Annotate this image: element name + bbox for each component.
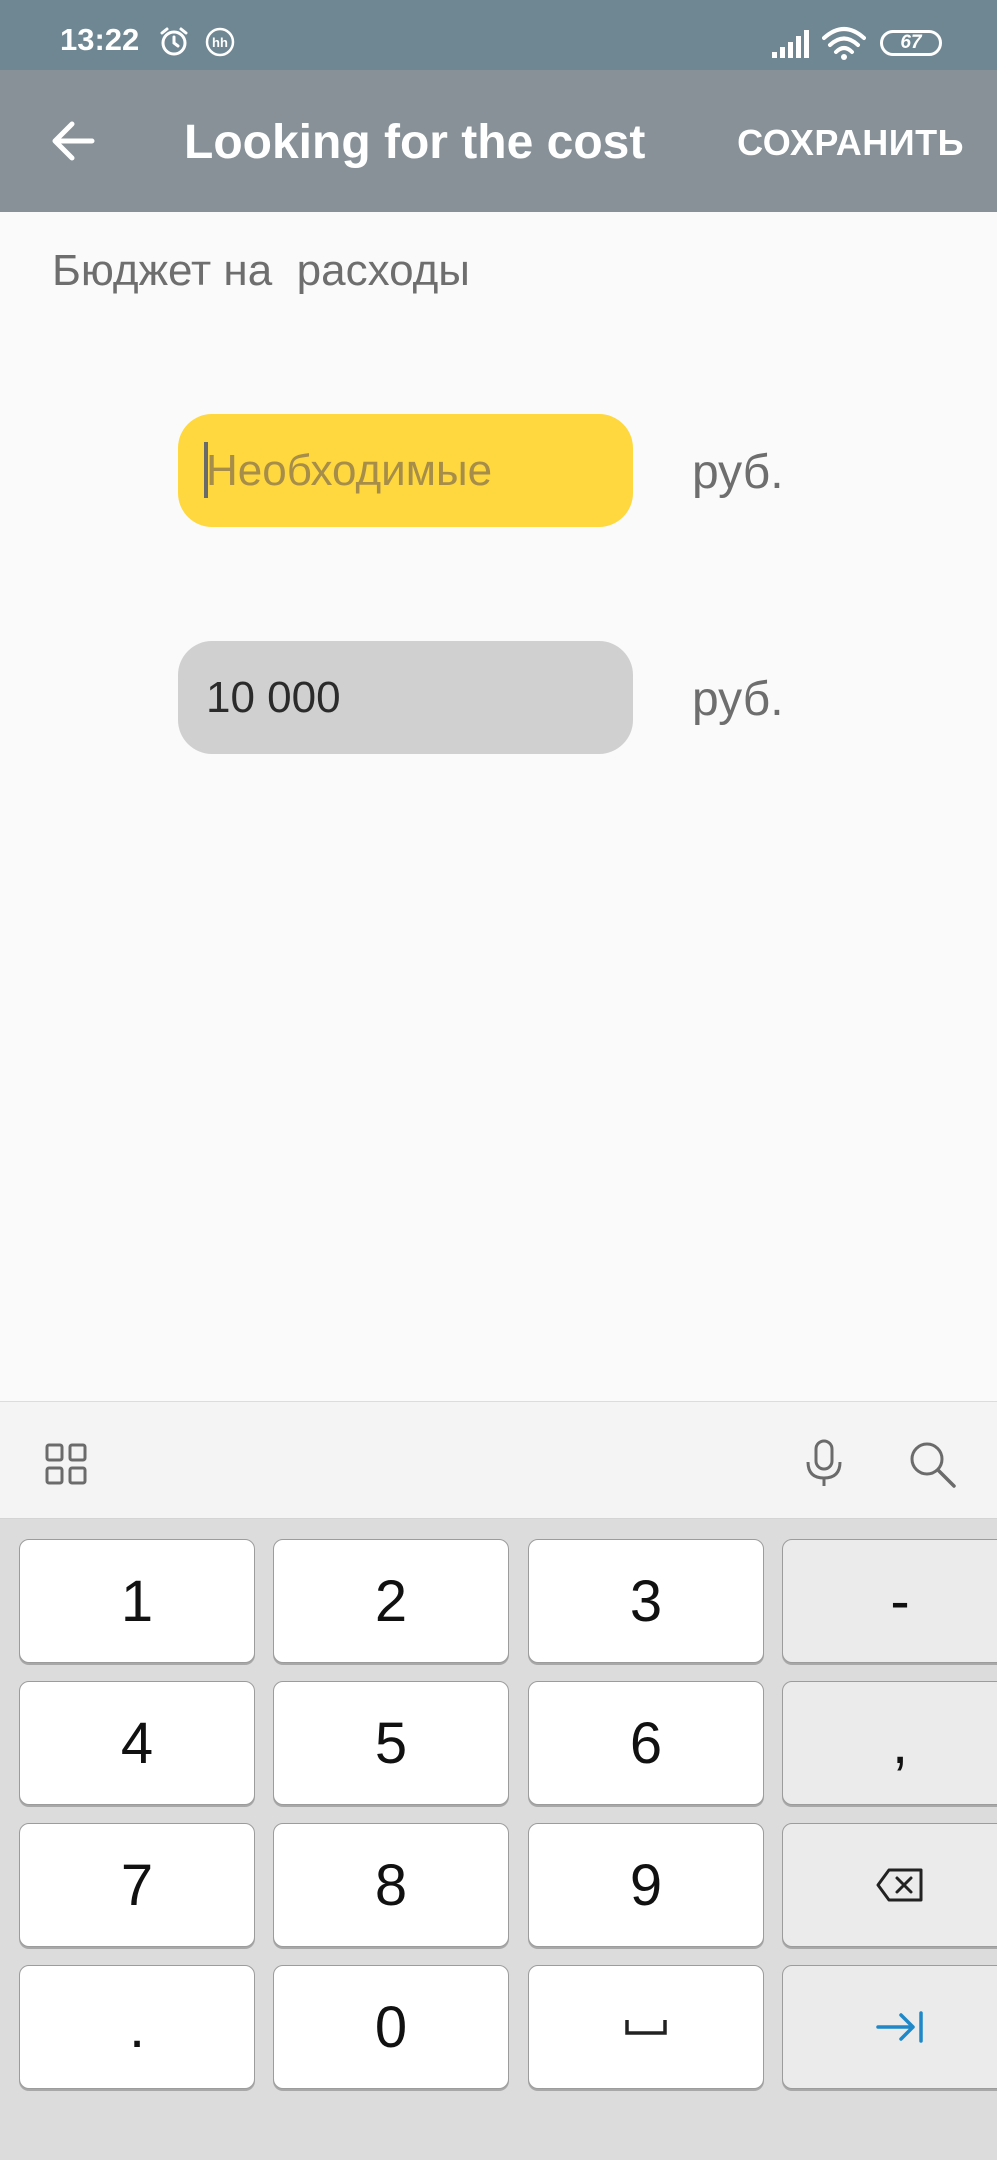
key-3[interactable]: 3 [528,1539,764,1663]
key-4[interactable]: 4 [19,1681,255,1805]
hh-app-icon: hh [205,27,235,57]
currency-unit: руб. [692,673,784,726]
battery-level: 67 [900,32,922,53]
app-bar: Looking for the cost СОХРАНИТЬ [0,70,997,212]
microphone-icon[interactable] [800,1438,848,1490]
backspace-icon [876,1868,923,1902]
search-icon[interactable] [906,1438,958,1490]
key-2[interactable]: 2 [273,1539,509,1663]
key-backspace[interactable] [782,1823,997,1947]
key-0[interactable]: 0 [273,1965,509,2089]
amount-input[interactable]: 10 000 [178,641,633,754]
status-bar: 13:22 hh 67 [0,0,997,70]
key-space[interactable] [528,1965,764,2089]
alarm-icon [160,27,188,56]
numeric-keyboard: 1 2 3 - 4 5 6 , 7 8 9 . 0 [0,1519,997,2160]
field-placeholder: Необходимые [206,446,493,495]
text-cursor [204,442,208,498]
signal-icon [772,30,809,58]
section-label: Бюджет на расходы [52,246,470,295]
svg-text:hh: hh [212,35,228,50]
battery-icon: 67 [880,30,942,56]
save-button[interactable]: СОХРАНИТЬ [737,122,964,164]
key-1[interactable]: 1 [19,1539,255,1663]
key-comma[interactable]: , [782,1681,997,1805]
back-arrow-icon[interactable] [40,106,110,176]
page-title: Looking for the cost [184,116,646,169]
key-6[interactable]: 6 [528,1681,764,1805]
currency-unit: руб. [692,446,784,499]
necessary-expenses-input[interactable]: Необходимые [178,414,633,527]
key-9[interactable]: 9 [528,1823,764,1947]
space-icon [625,2020,667,2035]
grid-icon[interactable] [44,1442,88,1486]
keyboard-toolbar [0,1401,997,1519]
key-period[interactable]: . [19,1965,255,2089]
key-minus[interactable]: - [782,1539,997,1663]
field-value: 10 000 [206,673,341,722]
key-8[interactable]: 8 [273,1823,509,1947]
key-next[interactable] [782,1965,997,2089]
key-7[interactable]: 7 [19,1823,255,1947]
wifi-icon [822,27,866,60]
status-time: 13:22 [60,22,140,57]
tab-next-icon [876,2011,923,2043]
key-5[interactable]: 5 [273,1681,509,1805]
